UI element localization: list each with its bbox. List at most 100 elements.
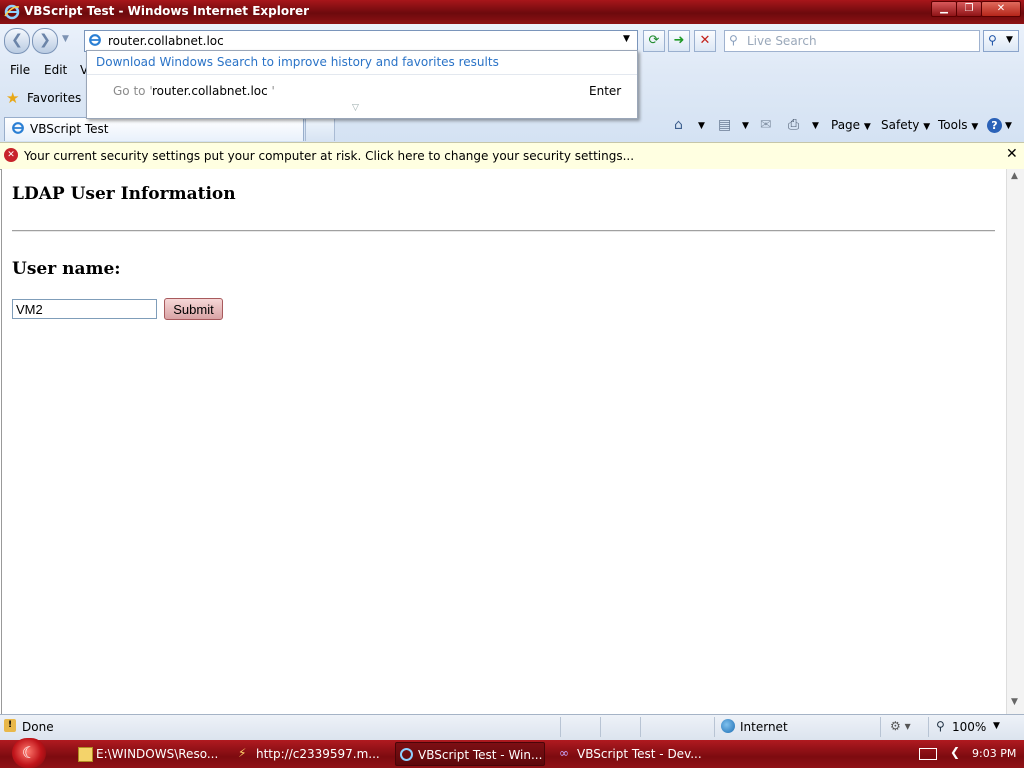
- protected-mode-icon[interactable]: ⚙ ▾: [890, 719, 911, 733]
- status-divider: [640, 717, 641, 737]
- magnifier-icon: ⚲: [988, 33, 997, 47]
- tab-vbscript-test[interactable]: VBScript Test: [4, 117, 304, 141]
- expand-popup-icon[interactable]: ▽: [352, 103, 359, 113]
- user-name-label: User name:: [12, 259, 121, 279]
- username-input[interactable]: [12, 299, 157, 319]
- print-icon[interactable]: ⎙: [788, 117, 799, 133]
- download-windows-search-link[interactable]: Download Windows Search to improve histo…: [96, 55, 499, 69]
- safety-dropdown-icon: ▼: [923, 122, 931, 132]
- page-content: [1, 169, 1007, 714]
- goto-suffix: ': [267, 84, 275, 98]
- taskbar-item-explorer[interactable]: E:\WINDOWS\Reso...: [74, 742, 224, 766]
- taskbar-item-ie[interactable]: VBScript Test - Win...: [395, 742, 545, 766]
- goto-url-suggestion[interactable]: router.collabnet.loc ': [152, 84, 275, 98]
- page-menu-label: Page: [831, 118, 861, 132]
- start-button[interactable]: ☾: [12, 738, 46, 768]
- zoom-level[interactable]: 100%: [952, 720, 986, 734]
- security-zone-text[interactable]: Internet: [740, 720, 788, 734]
- menu-edit[interactable]: Edit: [44, 63, 67, 77]
- help-dropdown-icon[interactable]: ▼: [1005, 121, 1012, 131]
- back-button[interactable]: ❮: [4, 28, 30, 54]
- status-divider: [880, 717, 881, 737]
- submit-button[interactable]: Submit: [164, 298, 223, 320]
- search-icon: ⚲: [729, 33, 738, 47]
- go-arrow-icon[interactable]: ➜: [668, 30, 690, 52]
- taskbar-item-devenv[interactable]: ∞ VBScript Test - Dev...: [555, 742, 705, 766]
- tools-menu[interactable]: Tools ▼: [938, 118, 978, 132]
- safety-menu-label: Safety: [881, 118, 920, 132]
- zoom-dropdown-icon[interactable]: ▼: [993, 721, 1000, 731]
- scroll-down-arrow-icon[interactable]: ▼: [1011, 697, 1018, 707]
- maximize-button[interactable]: ❐: [956, 1, 982, 17]
- popup-divider: [87, 74, 637, 75]
- security-warning-icon: ✕: [4, 148, 18, 162]
- read-mail-icon[interactable]: ✉: [760, 117, 772, 133]
- forward-button[interactable]: ❯: [32, 28, 58, 54]
- enter-hint: Enter: [589, 84, 622, 98]
- taskbar-item-label: VBScript Test - Dev...: [577, 747, 702, 761]
- address-url[interactable]: router.collabnet.loc: [108, 34, 224, 48]
- help-icon[interactable]: ?: [987, 118, 1002, 133]
- ie-taskbar-icon: [400, 748, 413, 761]
- tab-label: VBScript Test: [30, 122, 109, 136]
- taskbar-item-label: http://c2339597.m...: [256, 747, 380, 761]
- feeds-icon[interactable]: ▤: [718, 117, 731, 133]
- folder-icon: [78, 747, 93, 762]
- security-info-bar[interactable]: ✕ Your current security settings put you…: [0, 142, 1024, 170]
- title-bar: VBScript Test - Windows Internet Explore…: [0, 0, 1024, 24]
- page-menu[interactable]: Page ▼: [831, 118, 871, 132]
- status-divider: [928, 717, 929, 737]
- home-dropdown-icon[interactable]: ▼: [698, 121, 705, 131]
- tray-expand-icon[interactable]: ❮: [950, 745, 960, 759]
- address-bar[interactable]: router.collabnet.loc ▼: [84, 30, 638, 52]
- page-status-icon: !: [4, 719, 16, 732]
- new-tab-button[interactable]: [305, 118, 335, 141]
- internet-zone-globe-icon: [721, 719, 735, 733]
- search-button[interactable]: ⚲ ▼: [983, 30, 1019, 52]
- safety-menu[interactable]: Safety ▼: [881, 118, 930, 132]
- print-dropdown-icon[interactable]: ▼: [812, 121, 819, 131]
- stop-icon[interactable]: ✕: [694, 30, 716, 52]
- tools-dropdown-icon: ▼: [971, 122, 979, 132]
- home-icon[interactable]: ⌂: [674, 117, 683, 133]
- visual-studio-icon: ∞: [559, 746, 569, 760]
- tools-menu-label: Tools: [938, 118, 968, 132]
- status-divider: [714, 717, 715, 737]
- search-input[interactable]: ⚲ Live Search: [724, 30, 980, 52]
- page-dropdown-icon: ▼: [863, 122, 871, 132]
- compatibility-view-icon[interactable]: ⟳: [643, 30, 665, 52]
- clock[interactable]: 9:03 PM: [972, 747, 1016, 760]
- status-bar: [0, 714, 1024, 741]
- taskbar-item-label: VBScript Test - Win...: [418, 748, 543, 762]
- zoom-magnifier-icon[interactable]: ⚲: [936, 719, 945, 733]
- vertical-scrollbar[interactable]: ▲ ▼: [1006, 169, 1024, 714]
- status-divider: [560, 717, 561, 737]
- search-options-dropdown-icon[interactable]: ▼: [1006, 35, 1013, 45]
- favorites-button[interactable]: Favorites: [27, 91, 81, 105]
- address-dropdown-icon[interactable]: ▼: [623, 34, 630, 44]
- ie-tab-icon: [12, 122, 24, 134]
- scroll-up-arrow-icon[interactable]: ▲: [1011, 171, 1018, 181]
- minimize-button[interactable]: ▁: [931, 1, 957, 17]
- ie-page-icon: [89, 34, 101, 46]
- menu-file[interactable]: File: [10, 63, 30, 77]
- horizontal-rule: [12, 230, 995, 232]
- window-title: VBScript Test - Windows Internet Explore…: [24, 4, 310, 18]
- ie-logo-icon: [4, 4, 20, 20]
- close-info-bar-icon[interactable]: ✕: [1006, 146, 1018, 162]
- address-autocomplete-popup: Download Windows Search to improve histo…: [86, 50, 638, 119]
- keyboard-tray-icon[interactable]: [919, 748, 937, 760]
- page-title: LDAP User Information: [12, 184, 236, 204]
- status-text: Done: [22, 720, 54, 734]
- putty-icon: ⚡: [238, 746, 247, 760]
- taskbar-item-label: E:\WINDOWS\Reso...: [96, 747, 219, 761]
- recent-pages-dropdown-icon[interactable]: ▼: [62, 34, 69, 44]
- security-warning-text[interactable]: Your current security settings put your …: [24, 149, 634, 163]
- goto-prefix: Go to ': [113, 84, 153, 98]
- search-placeholder: Live Search: [747, 34, 817, 48]
- status-divider: [600, 717, 601, 737]
- feeds-dropdown-icon[interactable]: ▼: [742, 121, 749, 131]
- close-window-button[interactable]: ✕: [981, 1, 1021, 17]
- favorites-star-icon[interactable]: ★: [6, 89, 19, 107]
- taskbar-item-http[interactable]: ⚡ http://c2339597.m...: [234, 742, 384, 766]
